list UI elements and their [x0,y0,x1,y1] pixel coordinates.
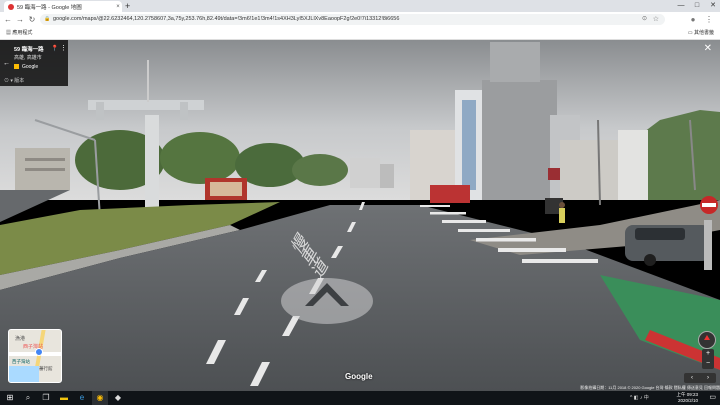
close-window-button[interactable]: ✕ [706,0,720,12]
notification-icon[interactable]: ▭ [709,391,716,405]
location-pin-icon[interactable]: 📍 [51,45,58,52]
search-icon[interactable]: ⌕ [20,391,36,405]
map-label: 蕃行館 [39,366,53,371]
zoom-control: + − [702,349,714,369]
reload-button[interactable]: ↻ [27,14,37,25]
system-tray[interactable]: ^ ◧ ♪ 中 [630,391,649,405]
browser-menu-icon[interactable]: ⋮ [704,14,714,25]
clock[interactable]: 上午 09:23 2020/2/10 [676,392,698,404]
other-bookmarks-label: 其他書籤 [693,30,714,36]
provider-text: Google [22,64,39,70]
current-location-icon [35,348,43,356]
address-bar[interactable]: 🔒 google.com/maps/@22.6232464,120.275860… [40,14,665,25]
cast-icon[interactable]: ⊙ [642,14,647,25]
mini-map[interactable]: 漁港 西子灣站 西子灣站 蕃行館 [8,329,62,383]
provider-icon [14,64,19,70]
forward-button[interactable]: → [15,14,25,25]
apps-bookmark[interactable]: ▦ 應用程式 [6,27,32,39]
file-explorer-icon[interactable]: ▬ [56,391,72,405]
back-button[interactable]: ← [3,14,13,25]
lock-icon[interactable]: 🔒 [44,14,50,25]
pan-left-button[interactable]: ‹ [691,373,693,383]
street-view-panorama[interactable]: 慢車道 [0,40,720,391]
pan-right-button[interactable]: › [707,373,709,383]
address-title: 59 臨海一路 [14,47,44,53]
app-icon[interactable]: ◆ [110,391,126,405]
url-text[interactable]: google.com/maps/@22.6232464,120.2758607,… [53,14,613,25]
edge-icon[interactable]: e [74,391,90,405]
location-info-card: ← 59 臨海一路 📍 ⋮ 高雄, 高雄市 Google ⊙ ▾ 版本 [0,40,68,86]
more-options-icon[interactable]: ⋮ [60,44,67,52]
tab-close-icon[interactable]: × [114,4,122,10]
account-avatar[interactable]: ● [688,14,698,25]
compass-icon[interactable] [698,331,716,349]
zoom-out-button[interactable]: − [702,359,714,369]
map-label: 西子灣站 [12,359,30,364]
map-label: 漁港 [15,336,26,342]
map-water [9,366,39,382]
chrome-icon[interactable]: ◉ [92,391,108,405]
clock-date: 2020/2/10 [677,398,698,403]
other-bookmarks[interactable]: ▭ 其他書籤 [688,27,714,39]
streetview-footer[interactable]: 影像拍攝日期：11月 2018 © 2020 Google 台灣 條款 隱私權 … [560,384,720,391]
bookmarks-bar: ▦ 應用程式 ▭ 其他書籤 [0,27,720,40]
minimize-button[interactable]: — [674,0,688,12]
browser-tab[interactable]: 59 臨海一路 - Google 地圖 × [4,1,122,12]
start-button-icon[interactable]: ⊞ [2,391,18,405]
new-tab-button[interactable]: + [125,1,130,11]
task-view-icon[interactable]: ❐ [38,391,54,405]
date-selector[interactable]: ⊙ ▾ 版本 [4,77,24,84]
tab-title: 59 臨海一路 - Google 地圖 [17,4,82,11]
tab-strip: 59 臨海一路 - Google 地圖 × + — □ ✕ [0,0,720,12]
street-scene [0,40,720,391]
maps-favicon-icon [8,3,14,10]
back-arrow-icon[interactable]: ← [3,60,10,67]
navigation-bar: ← → ↻ 🔒 google.com/maps/@22.6232464,120.… [0,12,720,28]
provider-label: Google [14,64,38,70]
apps-label: 應用程式 [12,30,33,36]
address-subtitle: 高雄, 高雄市 [14,55,42,61]
windows-taskbar: ⊞ ⌕ ❐ ▬ e ◉ ◆ ^ ◧ ♪ 中 上午 09:23 2020/2/10… [0,391,720,405]
bookmark-star-icon[interactable]: ☆ [653,14,659,25]
maximize-button[interactable]: □ [690,0,704,12]
close-streetview-button[interactable]: ✕ [704,44,712,54]
pan-control: ‹ › [684,373,716,383]
google-logo: Google [345,372,373,381]
zoom-in-button[interactable]: + [702,349,714,359]
